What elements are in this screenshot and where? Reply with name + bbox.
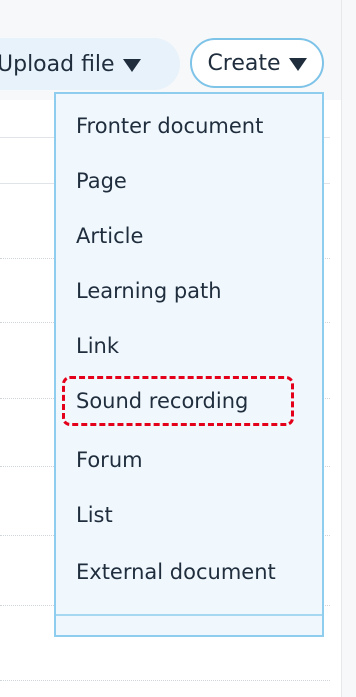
menu-item-fronter-document[interactable]: Fronter document (76, 110, 263, 142)
caret-down-icon (288, 57, 307, 71)
menu-item-forum[interactable]: Forum (76, 444, 143, 476)
menu-footer-divider (56, 614, 322, 616)
menu-item-link[interactable]: Link (76, 330, 119, 362)
create-button[interactable]: Create (190, 38, 324, 88)
list-separator (0, 680, 330, 681)
create-dropdown-menu: Fronter document Page Article Learning p… (54, 92, 324, 637)
menu-item-sound-recording[interactable]: Sound recording (76, 385, 248, 417)
right-scroll-area[interactable] (342, 0, 356, 697)
create-label: Create (207, 50, 281, 76)
upload-file-button[interactable]: Upload file (0, 38, 180, 90)
menu-item-article[interactable]: Article (76, 220, 143, 252)
menu-item-learning-path[interactable]: Learning path (76, 275, 222, 307)
upload-file-label: Upload file (0, 51, 115, 77)
menu-item-list[interactable]: List (76, 499, 113, 531)
caret-down-icon (122, 58, 141, 72)
menu-item-page[interactable]: Page (76, 165, 127, 197)
menu-item-external-document[interactable]: External document (76, 556, 276, 588)
